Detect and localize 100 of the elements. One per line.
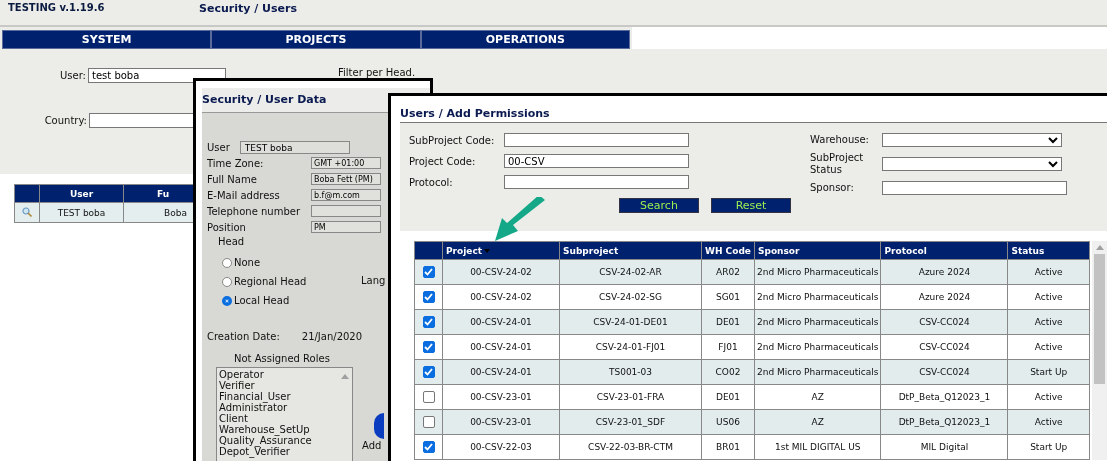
list-item[interactable]: Client bbox=[219, 413, 336, 424]
column-header[interactable]: Protocol bbox=[884, 245, 927, 256]
text-field[interactable]: Boba Fett (PM) bbox=[311, 173, 381, 185]
field-label: Creation Date: bbox=[207, 331, 280, 342]
list-item[interactable]: Verifier bbox=[219, 380, 336, 391]
creation-date: 21/Jan/2020 bbox=[301, 331, 363, 342]
text-field[interactable]: PM bbox=[311, 221, 381, 233]
text-field[interactable]: b.f@m.com bbox=[311, 189, 381, 201]
scroll-up-icon[interactable] bbox=[1095, 245, 1104, 250]
scroll-thumb[interactable] bbox=[1094, 254, 1105, 384]
table-cell: SG01 bbox=[701, 284, 755, 310]
table-cell: CSV-22-03-BR-CTM bbox=[559, 434, 702, 460]
checkbox[interactable] bbox=[422, 441, 435, 453]
table-cell: 00-CSV-24-01 bbox=[442, 359, 560, 385]
table-cell: CSV-CC024 bbox=[880, 309, 1008, 335]
field-label: Protocol: bbox=[408, 176, 454, 188]
page-title: Security / Users bbox=[199, 2, 297, 15]
list-item[interactable]: Operator bbox=[219, 369, 336, 380]
field-label: Time Zone: bbox=[207, 157, 265, 169]
table-cell: DtP_Beta_Q12023_1 bbox=[880, 384, 1008, 410]
table-cell: 00-CSV-24-02 bbox=[442, 259, 560, 285]
user-field[interactable]: test boba bbox=[88, 68, 226, 83]
column-header[interactable]: Project bbox=[446, 245, 483, 256]
column-header[interactable]: Sponsor bbox=[758, 245, 800, 256]
annotation-arrow bbox=[493, 197, 547, 243]
field-label: Full Name bbox=[207, 173, 258, 185]
chevron-down-icon bbox=[1048, 160, 1058, 168]
field-label: Warehouse: bbox=[810, 134, 870, 146]
table-cell: TS001-03 bbox=[559, 359, 702, 385]
checkbox[interactable] bbox=[422, 366, 435, 378]
menu-tab[interactable]: PROJECTS bbox=[211, 30, 421, 49]
field-label: Sponsor: bbox=[810, 182, 855, 194]
country-field[interactable] bbox=[89, 113, 194, 128]
field-label: User: bbox=[59, 70, 87, 81]
radio-label: Regional Head bbox=[234, 276, 307, 287]
text-field[interactable]: 00-CSV bbox=[504, 154, 689, 168]
radio-button[interactable] bbox=[222, 257, 232, 268]
checkbox[interactable] bbox=[422, 291, 435, 303]
table-cell: 00-CSV-22-03 bbox=[442, 434, 560, 460]
table-cell: Active bbox=[1007, 409, 1090, 435]
field-label: User bbox=[207, 142, 230, 153]
text-field[interactable] bbox=[882, 181, 1067, 195]
checkbox[interactable] bbox=[422, 341, 435, 353]
field-label: Lang bbox=[361, 275, 386, 286]
radio-button[interactable] bbox=[222, 276, 232, 287]
table-cell: 00-CSV-24-02 bbox=[442, 284, 560, 310]
action-button[interactable]: Search bbox=[619, 198, 699, 213]
table-cell: FJ01 bbox=[701, 334, 755, 360]
list-item[interactable]: Administrator bbox=[219, 402, 336, 413]
table-cell: CSV-24-02-SG bbox=[559, 284, 702, 310]
user-field[interactable]: TEST boba bbox=[239, 141, 350, 154]
text-field[interactable] bbox=[311, 205, 381, 217]
table-cell: 00-CSV-24-01 bbox=[442, 309, 560, 335]
checkbox[interactable] bbox=[422, 416, 435, 428]
table-cell: CSV-23-01_SDF bbox=[559, 409, 702, 435]
field-label: Position bbox=[207, 221, 247, 233]
scrollbar[interactable] bbox=[1092, 241, 1107, 460]
chevron-down-icon bbox=[1048, 136, 1058, 144]
radio-label: Local Head bbox=[234, 295, 290, 306]
table-cell: BR01 bbox=[701, 434, 755, 460]
checkbox[interactable] bbox=[422, 391, 435, 403]
filter-label: Filter per Head. bbox=[338, 67, 416, 78]
text-field[interactable] bbox=[504, 133, 689, 147]
dropdown[interactable] bbox=[882, 157, 1062, 171]
table-cell: Active bbox=[1007, 259, 1090, 285]
field-label: Project Code: bbox=[408, 155, 477, 167]
table-cell: Azure 2024 bbox=[880, 259, 1008, 285]
search-icon[interactable] bbox=[22, 206, 32, 217]
list-item[interactable]: Warehouse_SetUp bbox=[219, 424, 336, 435]
table-cell: 00-CSV-24-01 bbox=[442, 334, 560, 360]
text-field[interactable]: GMT +01:00 bbox=[311, 157, 381, 169]
list-item[interactable]: Financial_User bbox=[219, 391, 336, 402]
table-cell: 2nd Micro Pharmaceuticals bbox=[754, 284, 881, 310]
action-button[interactable]: Reset bbox=[711, 198, 791, 213]
checkbox[interactable] bbox=[422, 316, 435, 328]
list-item[interactable]: Depot_Verifier bbox=[219, 446, 336, 457]
table-cell: DtP_Beta_Q12023_1 bbox=[880, 409, 1008, 435]
table-cell: Active bbox=[1007, 334, 1090, 360]
checkbox[interactable] bbox=[422, 266, 435, 278]
table-cell: 2nd Micro Pharmaceuticals bbox=[754, 334, 881, 360]
list-item[interactable]: Quality_Assurance bbox=[219, 435, 336, 446]
table-cell: AZ bbox=[754, 409, 881, 435]
radio-label: None bbox=[234, 257, 261, 268]
roles-listbox[interactable]: Operator Verifier Financial_User Administrator Client Warehouse_SetUp Quality_Assurance Depot_Verifier bbox=[216, 367, 353, 461]
radio-button[interactable] bbox=[222, 295, 232, 306]
table-cell: MIL Digital bbox=[880, 434, 1008, 460]
menu-tab[interactable]: OPERATIONS bbox=[420, 30, 630, 49]
menu-tab[interactable]: SYSTEM bbox=[2, 30, 212, 49]
column-header: User bbox=[39, 184, 124, 203]
text-field[interactable] bbox=[504, 175, 689, 189]
button-label: Add bbox=[362, 440, 382, 451]
table-cell: CSV-23-01-FRA bbox=[559, 384, 702, 410]
table-cell: Start Up bbox=[1007, 434, 1090, 460]
dropdown[interactable] bbox=[882, 133, 1062, 147]
table-cell: 00-CSV-23-01 bbox=[442, 409, 560, 435]
field-label: Country: bbox=[43, 115, 88, 126]
field-label: SubProject Status bbox=[810, 152, 865, 176]
table-cell: Active bbox=[1007, 384, 1090, 410]
table-cell: 2nd Micro Pharmaceuticals bbox=[754, 309, 881, 335]
add-button[interactable] bbox=[374, 413, 384, 439]
